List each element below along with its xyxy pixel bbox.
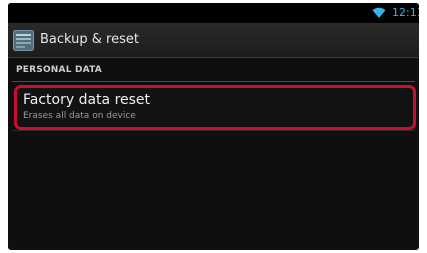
status-clock: 12:11 bbox=[392, 6, 419, 19]
list-divider bbox=[12, 130, 415, 131]
wifi-icon bbox=[372, 7, 386, 19]
status-bar: 12:11 bbox=[8, 3, 419, 23]
page-title: Backup & reset bbox=[40, 32, 139, 47]
section-divider bbox=[12, 81, 415, 82]
section-header-personal-data: PERSONAL DATA bbox=[8, 59, 419, 83]
action-bar: Backup & reset bbox=[8, 23, 419, 58]
section-header-label: PERSONAL DATA bbox=[16, 65, 102, 75]
device-screen: 12:11 Backup & reset PERSONAL DATA Facto… bbox=[8, 3, 419, 250]
factory-data-reset-summary: Erases all data on device bbox=[23, 111, 136, 121]
factory-data-reset-title: Factory data reset bbox=[23, 92, 151, 108]
factory-data-reset-item[interactable]: Factory data reset Erases all data on de… bbox=[14, 85, 416, 130]
backup-settings-icon[interactable] bbox=[13, 30, 34, 51]
